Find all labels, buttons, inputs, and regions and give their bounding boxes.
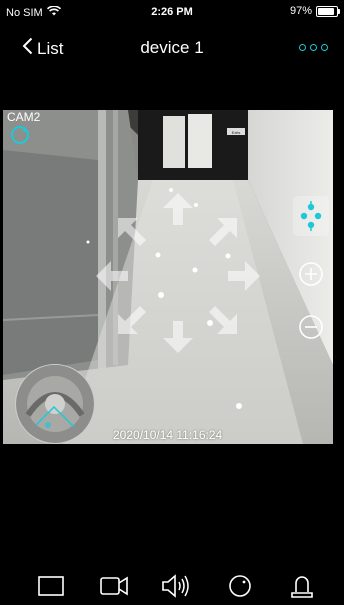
battery-percent: 97% bbox=[289, 5, 312, 17]
back-button[interactable]: List bbox=[22, 37, 63, 60]
battery-icon bbox=[316, 5, 340, 17]
zoom-out-icon bbox=[299, 315, 323, 339]
ptz-right-arrow[interactable] bbox=[227, 260, 261, 292]
bottom-toolbar bbox=[0, 568, 344, 605]
zoom-out-button[interactable] bbox=[298, 314, 324, 345]
talk-icon bbox=[291, 576, 313, 598]
snapshot-icon bbox=[229, 575, 251, 597]
record-video-icon bbox=[100, 576, 128, 596]
zoom-in-button[interactable] bbox=[298, 261, 324, 292]
fullscreen-button[interactable] bbox=[36, 572, 66, 600]
nav-bar: List device 1 bbox=[0, 30, 344, 66]
exit-sign: Exits bbox=[232, 130, 241, 135]
battery-level bbox=[318, 7, 334, 15]
ptz-down-arrow[interactable] bbox=[162, 320, 194, 354]
ptz-up-arrow[interactable] bbox=[162, 192, 194, 226]
status-right: 97% bbox=[289, 5, 340, 17]
camera-select-icon[interactable] bbox=[11, 126, 29, 144]
fullscreen-icon bbox=[38, 576, 64, 596]
status-bar: No SIM 2:26 PM 97% bbox=[0, 0, 344, 26]
ptz-up-right-arrow[interactable] bbox=[207, 216, 239, 248]
zoom-in-icon bbox=[299, 262, 323, 286]
more-icon-dot bbox=[321, 44, 328, 51]
more-icon-dot bbox=[310, 44, 317, 51]
audio-button[interactable] bbox=[160, 572, 190, 600]
back-label: List bbox=[37, 38, 64, 58]
more-button[interactable] bbox=[299, 44, 328, 51]
camera-label: CAM2 bbox=[7, 110, 41, 124]
ptz-down-left-arrow[interactable] bbox=[116, 304, 148, 336]
ptz-left-arrow[interactable] bbox=[95, 260, 129, 292]
talk-button[interactable] bbox=[287, 572, 317, 600]
ptz-down-right-arrow[interactable] bbox=[207, 304, 239, 336]
chevron-left-icon bbox=[22, 37, 33, 60]
snapshot-button[interactable] bbox=[225, 572, 255, 600]
more-icon-dot bbox=[299, 44, 306, 51]
ptz-up-left-arrow[interactable] bbox=[116, 216, 148, 248]
ptz-joystick-icon bbox=[300, 201, 322, 231]
audio-icon bbox=[162, 574, 189, 598]
record-video-button[interactable] bbox=[99, 572, 129, 600]
ptz-joystick-button[interactable] bbox=[293, 196, 329, 236]
live-video[interactable]: Exits CAM2 2020/10/14 11:16:24 bbox=[3, 110, 333, 444]
fisheye-preview[interactable] bbox=[15, 364, 95, 444]
video-timestamp: 2020/10/14 11:16:24 bbox=[113, 428, 223, 442]
